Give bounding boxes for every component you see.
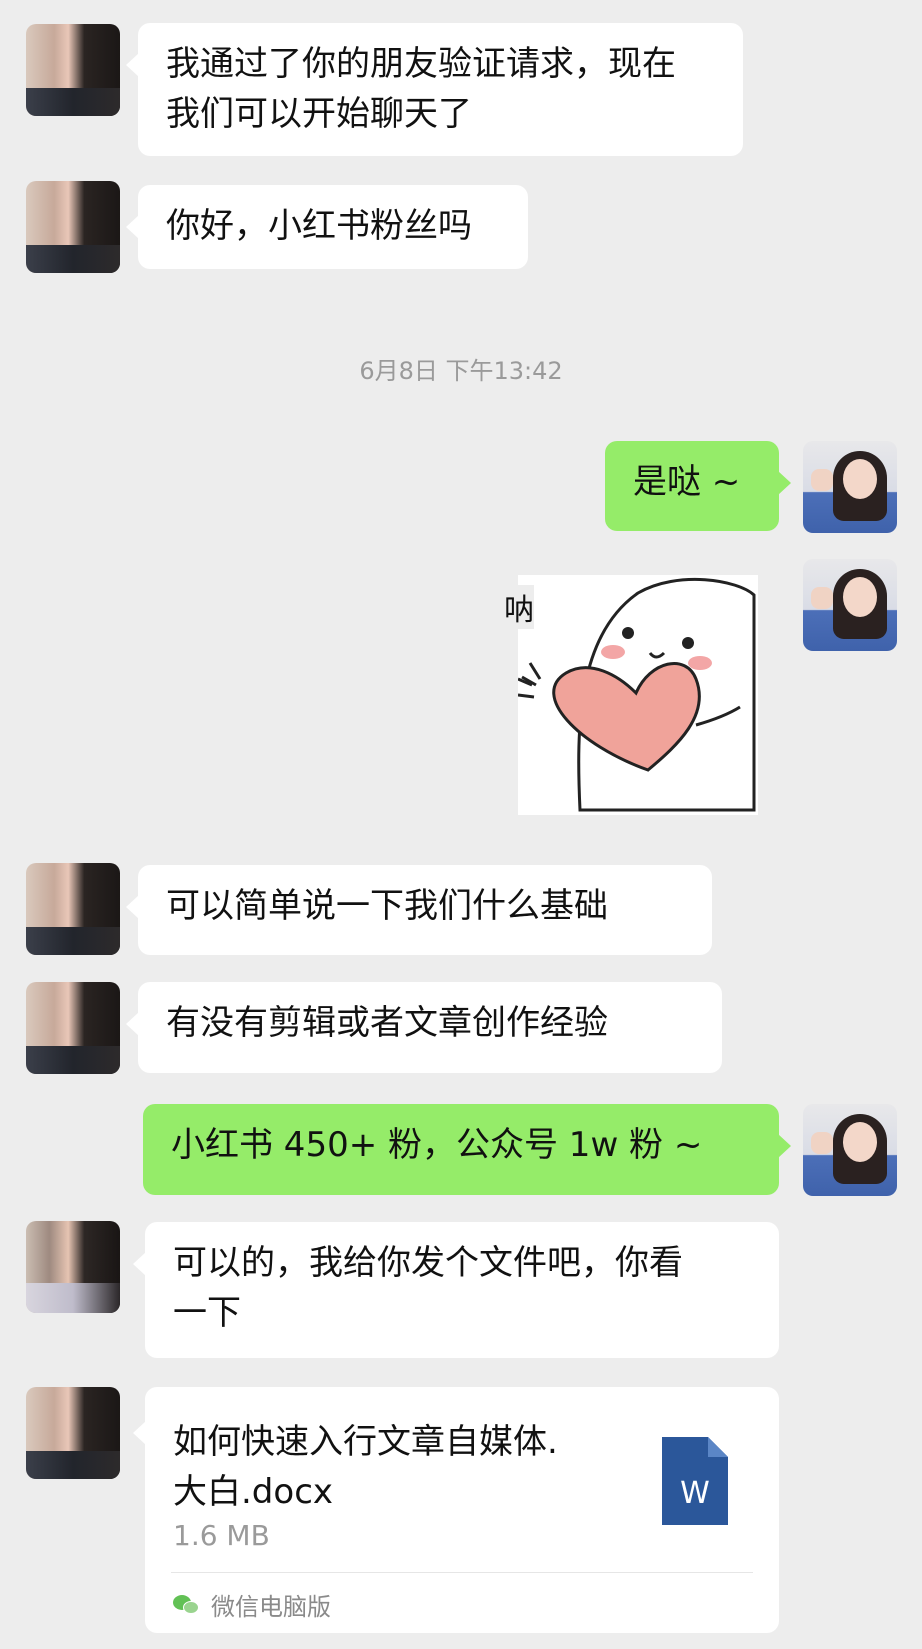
contact-avatar[interactable] <box>26 24 120 116</box>
message-text: 小红书 450+ 粉，公众号 1w 粉 ~ <box>171 1125 703 1165</box>
message-text: 你好，小红书粉丝吗 <box>166 206 472 246</box>
file-source-label: 微信电脑版 <box>211 1593 331 1621</box>
message-bubble-incoming[interactable]: 我通过了你的朋友验证请求，现在 我们可以开始聊天了 <box>126 23 743 156</box>
message-text: 我们可以开始聊天了 <box>166 94 472 134</box>
self-avatar[interactable] <box>803 1104 897 1196</box>
chat-timestamp: 6月8日 下午13:42 <box>359 357 563 385</box>
file-source: 微信电脑版 <box>173 1587 331 1622</box>
file-message-card[interactable]: 如何快速入行文章自媒体. 大白.docx 1.6 MB W 微信电脑版 <box>133 1387 779 1633</box>
message-bubble-outgoing[interactable]: 是哒 ~ <box>605 441 791 531</box>
message-text: 可以的，我给你发个文件吧，你看 <box>173 1243 683 1283</box>
message-text: 可以简单说一下我们什么基础 <box>166 886 608 926</box>
contact-avatar[interactable] <box>26 863 120 955</box>
contact-avatar[interactable] <box>26 1387 120 1479</box>
self-avatar[interactable] <box>803 441 897 533</box>
divider <box>171 1572 753 1573</box>
sticker-caption: 呐 <box>504 585 534 629</box>
message-bubble-incoming[interactable]: 可以的，我给你发个文件吧，你看 一下 <box>133 1222 779 1358</box>
doc-icon-letter: W <box>680 1476 710 1511</box>
file-size: 1.6 MB <box>173 1519 270 1552</box>
message-text: 我通过了你的朋友验证请求，现在 <box>166 44 676 84</box>
message-bubble-incoming[interactable]: 可以简单说一下我们什么基础 <box>126 865 712 955</box>
contact-avatar[interactable] <box>26 181 120 273</box>
contact-avatar[interactable] <box>26 982 120 1074</box>
message-text: 是哒 ~ <box>633 462 741 502</box>
heart-sticker[interactable]: 呐 <box>504 575 758 815</box>
message-bubble-incoming[interactable]: 你好，小红书粉丝吗 <box>126 185 528 269</box>
message-bubble-incoming[interactable]: 有没有剪辑或者文章创作经验 <box>126 982 722 1073</box>
file-name: 如何快速入行文章自媒体. 大白.docx <box>173 1422 558 1512</box>
message-bubble-outgoing[interactable]: 小红书 450+ 粉，公众号 1w 粉 ~ <box>143 1104 791 1195</box>
self-avatar[interactable] <box>803 559 897 651</box>
message-text: 一下 <box>173 1293 241 1333</box>
message-text: 有没有剪辑或者文章创作经验 <box>166 1003 608 1043</box>
wechat-icon <box>173 1593 203 1617</box>
contact-avatar[interactable] <box>26 1221 120 1313</box>
heart-sticker-icon <box>517 577 756 812</box>
doc-icon: W <box>662 1437 728 1525</box>
